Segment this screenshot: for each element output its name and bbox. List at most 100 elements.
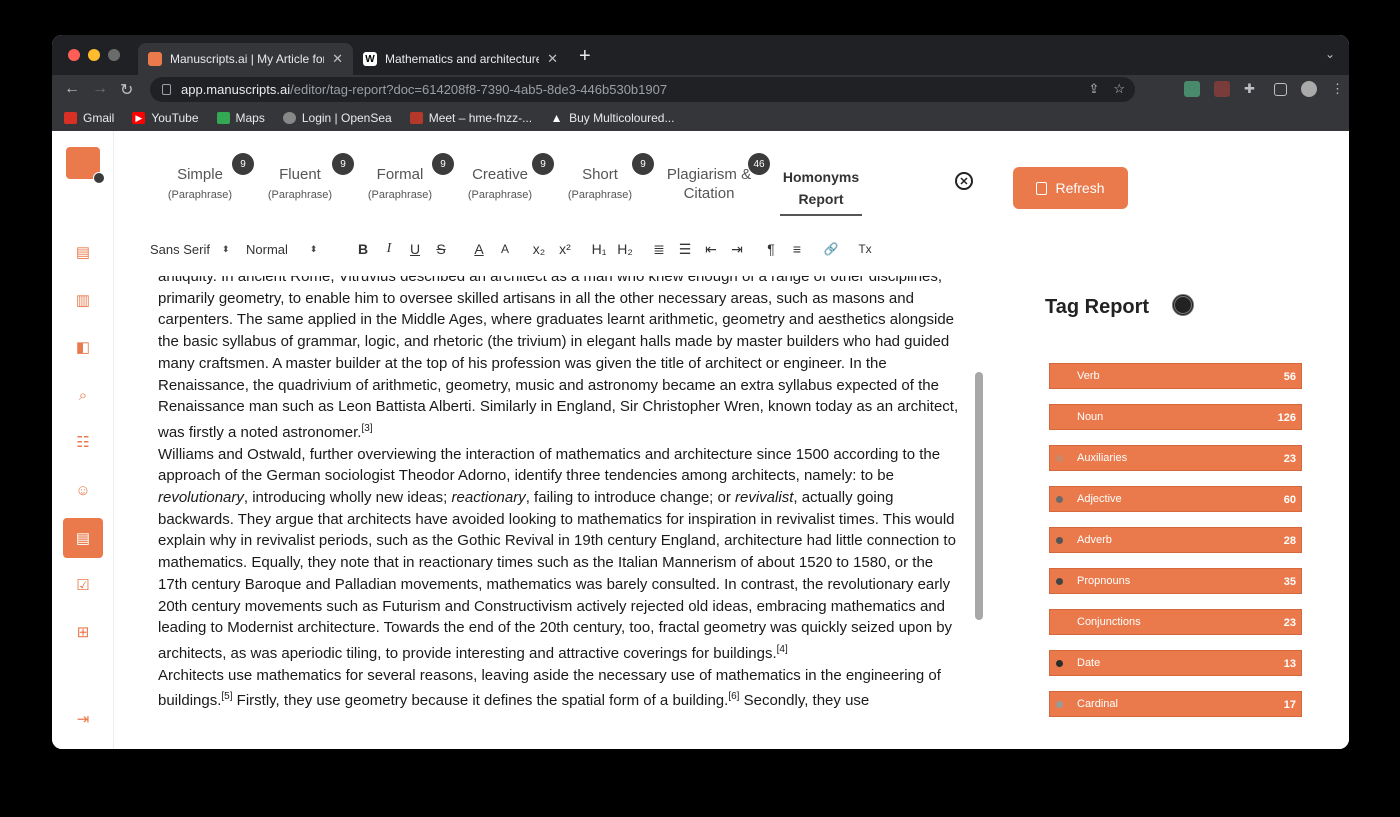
font-select[interactable]: Sans Serif ⬍ xyxy=(150,242,246,257)
tag-count: 17 xyxy=(1283,699,1296,711)
tag-count: 35 xyxy=(1283,576,1296,588)
tag-color-dot xyxy=(1056,619,1063,626)
add-apps-icon[interactable]: ⊞ xyxy=(63,612,103,652)
menu-dots-icon[interactable]: ⋮ xyxy=(1331,81,1344,97)
tab-search-icon[interactable]: ⌄ xyxy=(1325,47,1335,61)
text-direction-button[interactable]: ¶ xyxy=(758,241,784,257)
bookmark-star-icon[interactable]: ☆ xyxy=(1113,81,1125,97)
citation[interactable]: [3] xyxy=(361,423,372,434)
address-bar[interactable]: app.manuscripts.ai /editor/tag-report?do… xyxy=(150,77,1135,102)
tag-row-cardinal[interactable]: Cardinal 17 xyxy=(1049,691,1302,717)
indent-button[interactable]: ⇥ xyxy=(724,241,750,258)
url-host: app.manuscripts.ai xyxy=(181,82,291,97)
document-split-icon[interactable]: ◧ xyxy=(63,327,103,367)
smile-icon[interactable]: ☺ xyxy=(63,470,103,510)
heading1-button[interactable]: H₁ xyxy=(586,241,612,257)
profile-avatar[interactable] xyxy=(1301,81,1317,97)
tab-title: Manuscripts.ai | My Article for xyxy=(170,52,325,66)
italic-button[interactable]: I xyxy=(376,241,402,257)
tag-row-verb[interactable]: Verb 56 xyxy=(1049,363,1302,389)
updown-icon: ⬍ xyxy=(309,243,318,254)
share-icon[interactable]: ⇪ xyxy=(1088,81,1099,97)
browser-tab-wikipedia[interactable]: W Mathematics and architecture ✕ xyxy=(353,43,568,75)
extension-icon[interactable] xyxy=(1184,81,1200,97)
superscript-button[interactable]: x² xyxy=(552,241,578,257)
sidebar-panel-icon[interactable] xyxy=(1274,82,1287,96)
bookmark-maps[interactable]: Maps xyxy=(216,111,265,125)
text-editor[interactable]: antiquity. In ancient Rome, Vitruvius de… xyxy=(158,276,963,746)
heading2-button[interactable]: H₂ xyxy=(612,241,638,257)
minimize-window-icon[interactable] xyxy=(88,49,100,61)
align-button[interactable]: ≡ xyxy=(784,241,810,257)
badge-creative: 9 xyxy=(532,153,554,175)
tag-label: Date xyxy=(1077,657,1101,669)
help-icon[interactable] xyxy=(1172,294,1194,316)
zoom-window-icon[interactable] xyxy=(108,49,120,61)
tag-label: Noun xyxy=(1077,411,1104,423)
ruler-icon[interactable]: ▤ xyxy=(63,232,103,272)
citation[interactable]: [6] xyxy=(728,691,739,702)
tab-creative[interactable]: Creative (Paraphrase) xyxy=(452,166,548,201)
bookmark-opensea[interactable]: Login | OpenSea xyxy=(282,111,392,125)
underline-button[interactable]: U xyxy=(402,241,428,257)
extension-icon[interactable] xyxy=(1214,81,1230,97)
text-color-button[interactable]: A xyxy=(466,241,492,257)
close-icon[interactable]: ✕ xyxy=(955,172,973,190)
tab-plagiarism[interactable]: Plagiarism & Citation xyxy=(657,166,761,202)
citation[interactable]: [4] xyxy=(777,644,788,655)
reload-icon[interactable]: ↻ xyxy=(120,80,133,100)
back-icon[interactable]: ← xyxy=(64,80,80,98)
bookmark-buy[interactable]: ▲ Buy Multicoloured... xyxy=(550,111,675,125)
close-tab-icon[interactable]: ✕ xyxy=(547,51,558,67)
new-tab-icon[interactable]: + xyxy=(579,45,591,68)
close-tab-icon[interactable]: ✕ xyxy=(332,51,343,67)
link-button[interactable]: 🔗 xyxy=(818,242,844,256)
sidebar: ▤ ▥ ◧ ⌕ ☷ ☺ ▤ ☑ ⊞ ⇥ xyxy=(52,131,114,749)
badge-fluent: 9 xyxy=(332,153,354,175)
gmail-icon xyxy=(64,112,77,124)
refresh-button[interactable]: Refresh xyxy=(1013,167,1128,209)
bookmark-youtube[interactable]: ▶ YouTube xyxy=(132,111,199,125)
citation[interactable]: [5] xyxy=(221,691,232,702)
logout-icon[interactable]: ⇥ xyxy=(63,699,103,739)
bookmark-meet[interactable]: Meet – hme-fnzz-... xyxy=(409,111,532,125)
bookmark-gmail[interactable]: Gmail xyxy=(64,111,114,125)
puzzle-icon[interactable]: ✚ xyxy=(1244,81,1260,97)
ordered-list-button[interactable]: ≣ xyxy=(646,241,672,258)
tag-label: Conjunctions xyxy=(1077,616,1141,628)
tab-short[interactable]: Short (Paraphrase) xyxy=(552,166,648,201)
forward-icon[interactable]: → xyxy=(92,80,108,98)
bold-button[interactable]: B xyxy=(350,241,376,257)
tag-row-auxiliaries[interactable]: Auxiliaries 23 xyxy=(1049,445,1302,471)
bullet-list-button[interactable]: ☰ xyxy=(672,241,698,258)
size-select[interactable]: Normal ⬍ xyxy=(246,242,350,257)
tag-row-conjunctions[interactable]: Conjunctions 23 xyxy=(1049,609,1302,635)
tag-color-dot xyxy=(1056,701,1063,708)
tag-row-adjective[interactable]: Adjective 60 xyxy=(1049,486,1302,512)
close-window-icon[interactable] xyxy=(68,49,80,61)
tab-fluent[interactable]: Fluent (Paraphrase) xyxy=(252,166,348,201)
list-icon[interactable]: ☷ xyxy=(63,422,103,462)
tab-homonyms-report[interactable]: Homonyms Report xyxy=(780,166,862,216)
subscript-button[interactable]: x₂ xyxy=(526,241,552,257)
editor-scrollbar[interactable] xyxy=(975,372,983,620)
clear-format-button[interactable]: Tx xyxy=(852,242,878,256)
tag-row-propnouns[interactable]: Propnouns 35 xyxy=(1049,568,1302,594)
lock-icon xyxy=(162,84,171,95)
tag-row-noun[interactable]: Noun 126 xyxy=(1049,404,1302,430)
tag-row-adverb[interactable]: Adverb 28 xyxy=(1049,527,1302,553)
strike-button[interactable]: S xyxy=(428,241,454,257)
outdent-button[interactable]: ⇤ xyxy=(698,241,724,258)
tag-row-date[interactable]: Date 13 xyxy=(1049,650,1302,676)
triangle-icon: ▲ xyxy=(550,111,563,125)
tag-report-icon[interactable]: ▤ xyxy=(63,518,103,558)
browser-tab-manuscripts[interactable]: Manuscripts.ai | My Article for ✕ xyxy=(138,43,353,75)
search-doc-icon[interactable]: ⌕ xyxy=(63,375,103,415)
manuscripts-logo[interactable] xyxy=(66,147,105,184)
chart-icon[interactable]: ▥ xyxy=(63,280,103,320)
tab-simple[interactable]: Simple (Paraphrase) xyxy=(152,166,248,201)
url-path: /editor/tag-report?doc=614208f8-7390-4ab… xyxy=(290,82,668,97)
checklist-icon[interactable]: ☑ xyxy=(63,565,103,605)
tab-formal[interactable]: Formal (Paraphrase) xyxy=(352,166,448,201)
background-color-button[interactable]: A xyxy=(492,242,518,256)
